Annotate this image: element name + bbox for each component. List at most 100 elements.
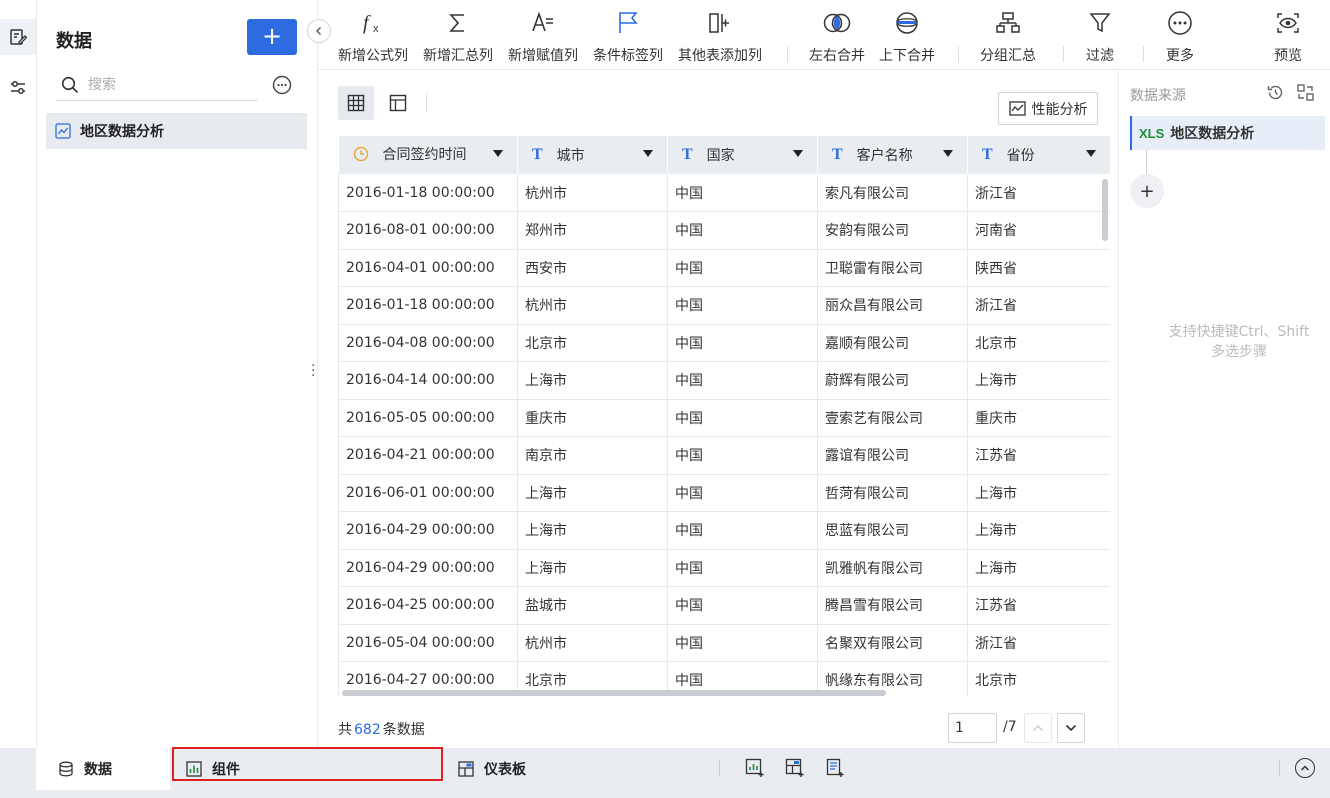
table-cell[interactable]: 名聚双有限公司 bbox=[817, 624, 968, 662]
table-cell[interactable]: 2016-05-05 00:00:00 bbox=[338, 399, 518, 437]
table-cell[interactable]: 浙江省 bbox=[967, 174, 1110, 212]
table-cell[interactable]: 壹索艺有限公司 bbox=[817, 399, 968, 437]
data-edit-nav-icon[interactable] bbox=[0, 19, 36, 55]
table-cell[interactable]: 北京市 bbox=[967, 661, 1110, 696]
table-cell[interactable]: 2016-04-29 00:00:00 bbox=[338, 549, 518, 587]
history-icon[interactable] bbox=[1266, 83, 1285, 106]
table-row[interactable]: 2016-04-01 00:00:00 西安市 中国 卫聪雷有限公司 陕西省 bbox=[338, 249, 1110, 287]
table-cell[interactable]: 北京市 bbox=[967, 324, 1110, 362]
column-header-date[interactable]: 合同签约时间 bbox=[338, 136, 518, 174]
table-cell[interactable]: 重庆市 bbox=[517, 399, 668, 437]
table-row[interactable]: 2016-08-01 00:00:00 郑州市 中国 安韵有限公司 河南省 bbox=[338, 211, 1110, 250]
add-column-from-other-table-button[interactable]: 其他表添加列 bbox=[678, 8, 762, 66]
table-cell[interactable]: 2016-04-29 00:00:00 bbox=[338, 511, 518, 550]
table-cell[interactable]: 浙江省 bbox=[967, 624, 1110, 662]
column-header-province[interactable]: T 省份 bbox=[967, 136, 1110, 174]
table-cell[interactable]: 露谊有限公司 bbox=[817, 436, 968, 475]
table-cell[interactable]: 北京市 bbox=[517, 324, 668, 362]
add-summary-column-button[interactable]: 新增汇总列 bbox=[423, 8, 493, 66]
table-row[interactable]: 2016-04-08 00:00:00 北京市 中国 嘉顺有限公司 北京市 bbox=[338, 324, 1110, 362]
condition-tag-column-button[interactable]: 条件标签列 bbox=[593, 8, 663, 66]
table-cell[interactable]: 2016-01-18 00:00:00 bbox=[338, 174, 518, 212]
table-row[interactable]: 2016-05-05 00:00:00 重庆市 中国 壹索艺有限公司 重庆市 bbox=[338, 399, 1110, 437]
table-cell[interactable]: 杭州市 bbox=[517, 624, 668, 662]
table-row[interactable]: 2016-04-25 00:00:00 盐城市 中国 腾昌雪有限公司 江苏省 bbox=[338, 586, 1110, 625]
table-row[interactable]: 2016-04-29 00:00:00 上海市 中国 凯雅帆有限公司 上海市 bbox=[338, 549, 1110, 587]
column-header-customer[interactable]: T 客户名称 bbox=[817, 136, 968, 174]
page-up-button[interactable] bbox=[1024, 713, 1052, 743]
add-formula-column-button[interactable]: fx 新增公式列 bbox=[338, 8, 408, 66]
table-cell[interactable]: 江苏省 bbox=[967, 436, 1110, 475]
vertical-scrollbar[interactable] bbox=[1102, 179, 1108, 241]
data-source-item[interactable]: XLS 地区数据分析 bbox=[1130, 116, 1325, 150]
table-cell[interactable]: 中国 bbox=[667, 511, 818, 550]
add-data-button[interactable]: + bbox=[247, 19, 297, 55]
table-row[interactable]: 2016-05-04 00:00:00 杭州市 中国 名聚双有限公司 浙江省 bbox=[338, 624, 1110, 662]
dropdown-arrow-icon[interactable] bbox=[943, 150, 953, 157]
table-row[interactable]: 2016-04-29 00:00:00 上海市 中国 思蓝有限公司 上海市 bbox=[338, 511, 1110, 550]
more-options-icon[interactable] bbox=[272, 75, 292, 99]
table-cell[interactable]: 哲菏有限公司 bbox=[817, 474, 968, 512]
table-row[interactable]: 2016-04-14 00:00:00 上海市 中国 蔚辉有限公司 上海市 bbox=[338, 361, 1110, 400]
table-cell[interactable]: 上海市 bbox=[967, 549, 1110, 587]
table-cell[interactable]: 上海市 bbox=[517, 474, 668, 512]
table-cell[interactable]: 中国 bbox=[667, 174, 818, 212]
more-button[interactable]: 更多 bbox=[1166, 8, 1194, 66]
layout-view-button[interactable] bbox=[380, 86, 416, 120]
table-cell[interactable]: 2016-04-14 00:00:00 bbox=[338, 361, 518, 400]
table-cell[interactable]: 浙江省 bbox=[967, 286, 1110, 325]
table-cell[interactable]: 2016-08-01 00:00:00 bbox=[338, 211, 518, 250]
add-chart-component-icon[interactable] bbox=[745, 758, 765, 782]
merge-vertical-button[interactable]: 上下合并 bbox=[879, 8, 935, 66]
table-cell[interactable]: 盐城市 bbox=[517, 586, 668, 625]
page-number-input[interactable] bbox=[948, 713, 997, 743]
column-header-country[interactable]: T 国家 bbox=[667, 136, 818, 174]
table-cell[interactable]: 杭州市 bbox=[517, 286, 668, 325]
table-cell[interactable]: 2016-04-08 00:00:00 bbox=[338, 324, 518, 362]
tab-dashboard[interactable]: 仪表板 bbox=[458, 748, 526, 790]
table-cell[interactable]: 上海市 bbox=[967, 511, 1110, 550]
tree-item-region-analysis[interactable]: 地区数据分析 bbox=[46, 113, 307, 149]
table-cell[interactable]: 2016-01-18 00:00:00 bbox=[338, 286, 518, 325]
table-cell[interactable]: 腾昌雪有限公司 bbox=[817, 586, 968, 625]
table-row[interactable]: 2016-01-18 00:00:00 杭州市 中国 索凡有限公司 浙江省 bbox=[338, 174, 1110, 212]
resize-handle[interactable]: · · · bbox=[311, 359, 315, 383]
table-cell[interactable]: 江苏省 bbox=[967, 586, 1110, 625]
table-cell[interactable]: 卫聪雷有限公司 bbox=[817, 249, 968, 287]
table-cell[interactable]: 中国 bbox=[667, 361, 818, 400]
table-cell[interactable]: 中国 bbox=[667, 586, 818, 625]
settings-sliders-icon[interactable] bbox=[0, 70, 36, 106]
switch-source-icon[interactable] bbox=[1296, 83, 1315, 106]
group-summary-button[interactable]: 分组汇总 bbox=[980, 8, 1036, 66]
preview-button[interactable]: 预览 bbox=[1274, 8, 1302, 66]
table-cell[interactable]: 上海市 bbox=[517, 549, 668, 587]
table-cell[interactable]: 嘉顺有限公司 bbox=[817, 324, 968, 362]
tab-component[interactable]: 组件 bbox=[186, 748, 240, 790]
table-cell[interactable]: 2016-05-04 00:00:00 bbox=[338, 624, 518, 662]
add-assign-column-button[interactable]: 新增赋值列 bbox=[508, 8, 578, 66]
collapse-panel-button[interactable] bbox=[307, 19, 331, 43]
table-cell[interactable]: 中国 bbox=[667, 399, 818, 437]
performance-analysis-button[interactable]: 性能分析 bbox=[998, 92, 1098, 125]
add-step-button[interactable]: + bbox=[1130, 174, 1164, 208]
table-cell[interactable]: 上海市 bbox=[967, 474, 1110, 512]
table-cell[interactable]: 上海市 bbox=[517, 511, 668, 550]
table-cell[interactable]: 中国 bbox=[667, 474, 818, 512]
horizontal-scrollbar[interactable] bbox=[342, 690, 886, 696]
table-cell[interactable]: 重庆市 bbox=[967, 399, 1110, 437]
page-down-button[interactable] bbox=[1057, 713, 1085, 743]
table-cell[interactable]: 上海市 bbox=[517, 361, 668, 400]
dropdown-arrow-icon[interactable] bbox=[1086, 150, 1096, 157]
table-row[interactable]: 2016-06-01 00:00:00 上海市 中国 哲菏有限公司 上海市 bbox=[338, 474, 1110, 512]
dropdown-arrow-icon[interactable] bbox=[643, 150, 653, 157]
table-cell[interactable]: 中国 bbox=[667, 249, 818, 287]
table-cell[interactable]: 2016-04-25 00:00:00 bbox=[338, 586, 518, 625]
table-cell[interactable]: 2016-06-01 00:00:00 bbox=[338, 474, 518, 512]
table-cell[interactable]: 河南省 bbox=[967, 211, 1110, 250]
table-cell[interactable]: 南京市 bbox=[517, 436, 668, 475]
table-cell[interactable]: 索凡有限公司 bbox=[817, 174, 968, 212]
table-cell[interactable]: 丽众昌有限公司 bbox=[817, 286, 968, 325]
table-cell[interactable]: 中国 bbox=[667, 549, 818, 587]
table-row[interactable]: 2016-04-21 00:00:00 南京市 中国 露谊有限公司 江苏省 bbox=[338, 436, 1110, 475]
table-cell[interactable]: 上海市 bbox=[967, 361, 1110, 400]
